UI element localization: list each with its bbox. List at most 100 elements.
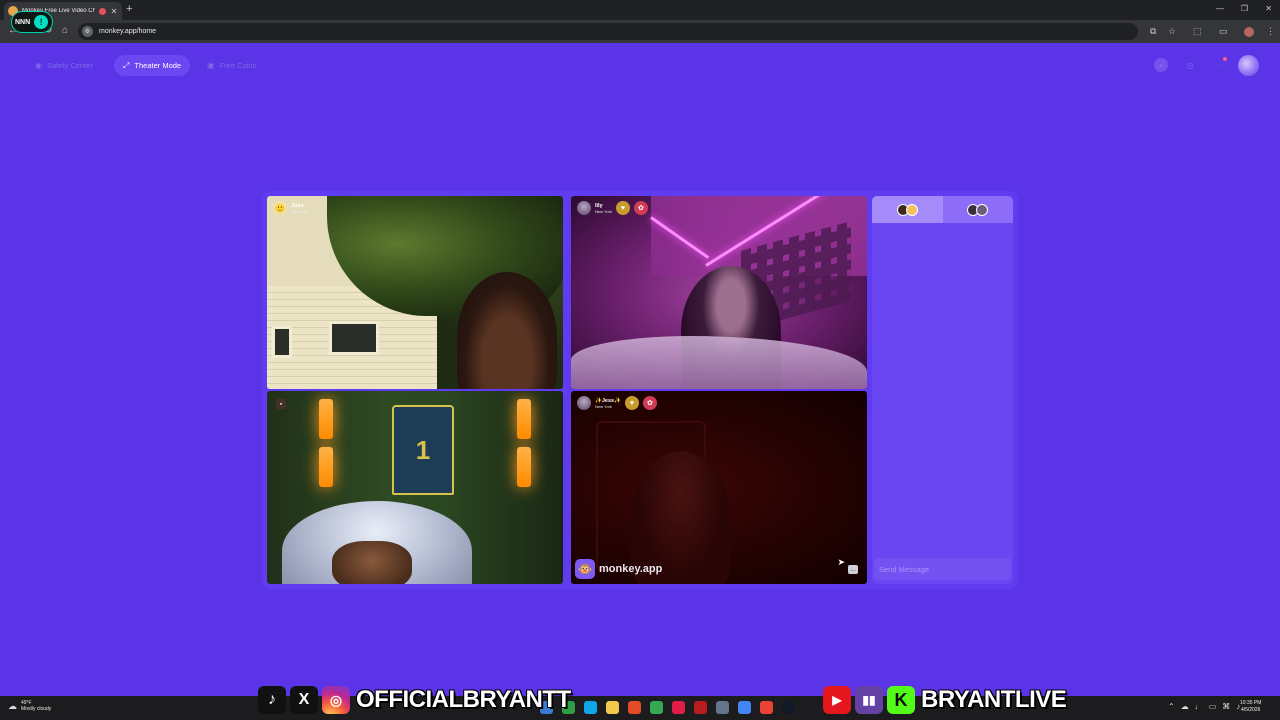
avatar-pair [967, 203, 989, 216]
taskbar-app-icon[interactable] [694, 701, 707, 714]
side-panel-icon[interactable]: ▭ [1219, 26, 1228, 37]
close-window-button[interactable]: ✕ [1265, 4, 1272, 13]
tab-close-icon[interactable]: ✕ [110, 7, 118, 16]
user-badge[interactable]: lily New York ♥ ✿ [577, 201, 648, 215]
site-info-icon[interactable]: ⚙ [82, 26, 93, 37]
safety-center-button[interactable]: ◉ Safety Center [26, 55, 102, 76]
monkey-watermark: 🐵 monkey.app [575, 559, 662, 579]
display-icon[interactable]: ▭ [1209, 702, 1217, 711]
network-icon[interactable]: ⌘ [1222, 702, 1230, 711]
taskbar-app-icon[interactable] [628, 701, 641, 714]
streamer-overlay-logo: NNN ! [11, 11, 53, 33]
wall-lamp [517, 447, 531, 487]
taskbar-app-icon[interactable] [606, 701, 619, 714]
chevron-up-icon[interactable]: ⌃ [1168, 702, 1175, 711]
avatar [577, 201, 591, 215]
avatar [577, 396, 591, 410]
chat-bubble-icon[interactable]: … [848, 565, 858, 574]
user-location: New York [595, 208, 612, 214]
gift-icon[interactable]: ✿ [633, 201, 648, 215]
user-avatar[interactable] [1238, 55, 1259, 76]
user-badge[interactable]: 🙂 Jose Maryland [273, 201, 307, 215]
cloud-icon: ☁ [8, 700, 17, 711]
free-coins-label: Free Coins [219, 61, 257, 70]
theater-mode-button[interactable]: ⤢ Theater Mode [114, 55, 191, 76]
user-location: New York [595, 403, 612, 409]
system-tray: ⌃ ☁ ♩ ▭ ⌘ ♪ [1168, 702, 1240, 711]
notification-dot [1223, 57, 1227, 61]
safety-center-label: Safety Center [46, 61, 93, 70]
chat-tab-1[interactable] [872, 196, 943, 223]
profile-avatar[interactable] [1244, 27, 1254, 37]
heart-icon[interactable]: ♥ [624, 396, 639, 410]
watermark-text: monkey.app [599, 563, 663, 575]
person-face [332, 541, 412, 584]
os-taskbar: ☁ 49°F Mostly cloudy ⌃ ☁ ♩ ▭ ⌘ ♪ 10:35 P… [0, 696, 1280, 720]
extensions-icon[interactable]: ⬚ [1193, 26, 1202, 37]
bookmark-star-icon[interactable]: ☆ [1168, 26, 1176, 37]
taskbar-app-icon[interactable] [672, 701, 685, 714]
shield-icon: ◉ [35, 61, 42, 70]
avatar [905, 203, 918, 216]
new-tab-button[interactable]: + [126, 3, 132, 15]
avatar-pair [896, 203, 918, 216]
taskbar-app-icon[interactable] [650, 701, 663, 714]
gift-icon[interactable]: ✿ [642, 396, 657, 410]
user-badge[interactable]: ✨Jess✨ New York ♥ ✿ [577, 396, 657, 410]
coin-icon: ▣ [207, 61, 215, 70]
expand-icon: ⤢ [123, 60, 130, 70]
weather-widget[interactable]: ☁ 49°F Mostly cloudy [8, 700, 51, 712]
wall-lamp [319, 447, 333, 487]
twitch-icon: ▮▮ [855, 686, 883, 714]
maximize-button[interactable]: ❐ [1241, 4, 1248, 13]
chat-tabs [872, 196, 1013, 223]
x-icon: X [290, 686, 318, 714]
microphone-icon: ! [34, 15, 49, 29]
time: 10:35 PM [1240, 700, 1262, 706]
taskbar-app-icon[interactable] [738, 701, 751, 714]
chat-panel: Send Message [872, 196, 1013, 584]
theater-mode-label: Theater Mode [134, 61, 182, 70]
live-handle: BRYANTLIVE [921, 686, 1067, 713]
address-bar[interactable]: ⚙ monkey.app/home [78, 23, 1138, 40]
video-tile-jess: ✨Jess✨ New York ♥ ✿ 🐵 monkey.app ➤ … [571, 391, 867, 584]
taskbar-apps [540, 701, 795, 714]
taskbar-app-icon[interactable] [760, 701, 773, 714]
browser-menu-icon[interactable]: ⋮ [1266, 26, 1275, 37]
user-location: Maryland [291, 208, 308, 214]
framed-jersey: 1 [392, 405, 454, 495]
clock[interactable]: 10:35 PM 4/5/2026 [1240, 700, 1261, 714]
messages-icon[interactable]: ◌ [1212, 57, 1227, 72]
heart-icon[interactable]: ♥ [615, 201, 630, 215]
coins-balance-icon[interactable]: ● [1154, 58, 1168, 72]
video-tile-jose: 🙂 Jose Maryland [267, 196, 563, 389]
onedrive-icon[interactable]: ☁ [1181, 702, 1189, 711]
wall-lamp [517, 399, 531, 439]
instagram-icon: ◎ [322, 686, 350, 714]
history-icon[interactable]: ◷ [1183, 58, 1197, 72]
mouse-cursor-icon: ➤ [837, 557, 845, 567]
youtube-icon: ▶ [823, 686, 851, 714]
social-overlay-right: ▶ ▮▮ K BRYANTLIVE [823, 684, 1067, 716]
wall-lamp [319, 399, 333, 439]
video-tile-self: 1 ▪ [267, 391, 563, 584]
avatar [976, 203, 989, 216]
install-app-icon[interactable]: ⧉ [1150, 26, 1156, 37]
social-handle: OFFICIALBRYANTT [356, 686, 571, 713]
chat-tab-2[interactable] [943, 196, 1014, 223]
free-coins-button[interactable]: ▣ Free Coins [198, 55, 265, 76]
monkey-logo-icon: 🐵 [575, 559, 595, 579]
blanket [571, 336, 867, 389]
minimize-button[interactable]: — [1216, 4, 1224, 13]
weather-text: Mostly cloudy [21, 706, 52, 712]
mic-icon[interactable]: ♩ [1195, 702, 1203, 711]
avatar: 🙂 [273, 201, 287, 215]
taskbar-app-icon[interactable] [716, 701, 729, 714]
taskbar-app-icon[interactable] [584, 701, 597, 714]
browser-toolbar: ← → ↻ ⌂ ⚙ monkey.app/home ⧉ ☆ ⬚ ▭ ⋮ [0, 20, 1280, 43]
taskbar-app-icon[interactable] [782, 701, 795, 714]
camera-icon[interactable]: ▪ [276, 399, 286, 409]
home-icon[interactable]: ⌂ [62, 25, 68, 36]
send-message-input[interactable]: Send Message [874, 558, 1011, 580]
tiktok-icon: ♪ [258, 686, 286, 714]
